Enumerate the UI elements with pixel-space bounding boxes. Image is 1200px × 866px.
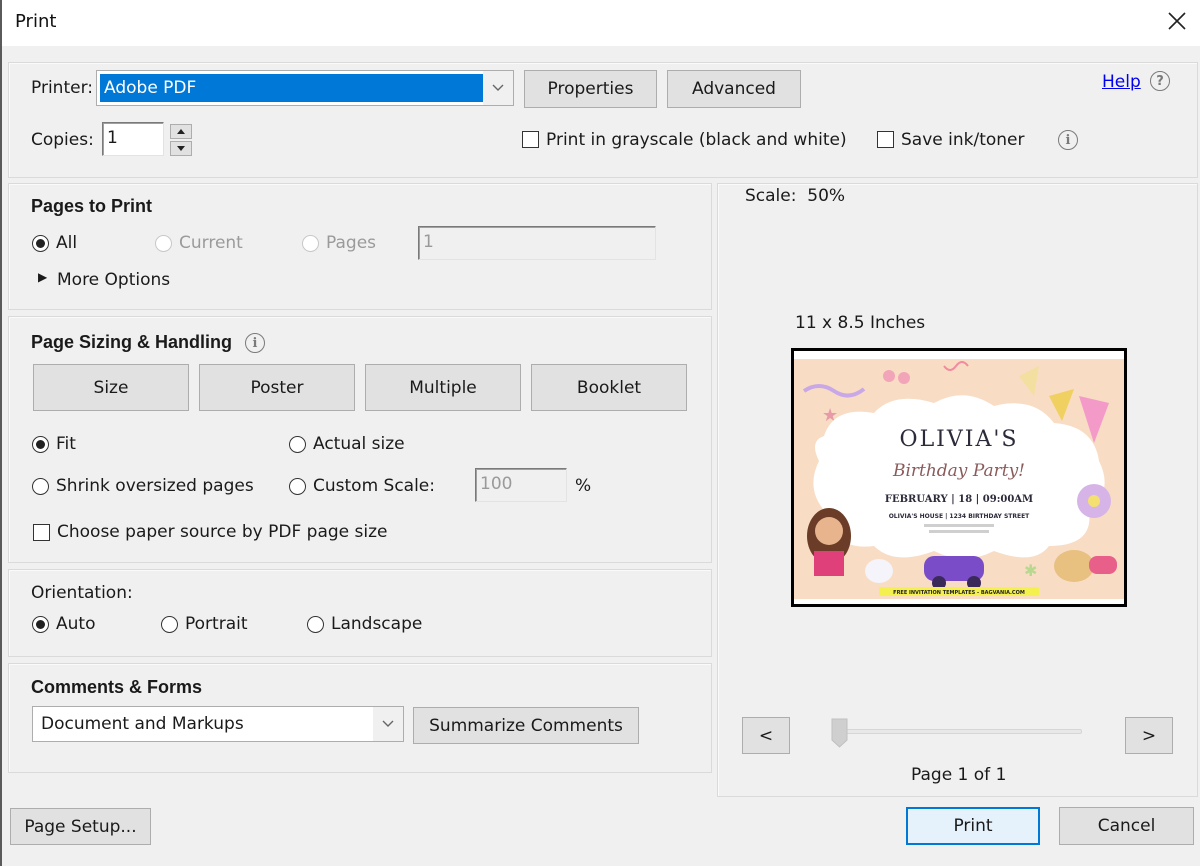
pages-range-input[interactable]: 1 <box>418 226 656 260</box>
cancel-button[interactable]: Cancel <box>1059 807 1194 845</box>
pages-to-print-heading: Pages to Print <box>31 196 153 216</box>
radio-auto[interactable] <box>32 616 49 633</box>
tab-poster[interactable]: Poster <box>199 364 355 411</box>
paper-source-label: Choose paper source by PDF page size <box>57 522 388 542</box>
scale-label: Scale: 50% <box>745 186 846 206</box>
radio-fit-label: Fit <box>56 434 76 454</box>
tab-booklet-label: Booklet <box>576 377 642 398</box>
tab-poster-label: Poster <box>250 377 304 398</box>
comments-forms-select[interactable]: Document and Markups <box>32 706 404 742</box>
expand-triangle-icon[interactable]: ▶ <box>38 270 47 284</box>
radio-portrait-label: Portrait <box>185 614 248 634</box>
copies-input[interactable]: 1 <box>102 122 164 156</box>
radio-current[interactable] <box>155 235 172 252</box>
advanced-button[interactable]: Advanced <box>667 70 801 108</box>
radio-auto-label: Auto <box>56 614 96 634</box>
comments-forms-heading: Comments & Forms <box>31 677 203 697</box>
preview-venue: OLIVIA'S HOUSE | 1234 BIRTHDAY STREET <box>889 513 1030 520</box>
preview-date: FEBRUARY | 18 | 09:00AM <box>885 494 1033 505</box>
help-link[interactable]: Help <box>1102 72 1141 92</box>
window-border <box>0 46 2 866</box>
orientation-heading: Orientation: <box>31 583 133 603</box>
radio-shrink-oversized[interactable] <box>32 478 49 495</box>
copies-label: Copies: <box>31 130 94 150</box>
printer-selected-value: Adobe PDF <box>100 74 483 102</box>
custom-scale-input[interactable]: 100 <box>475 468 567 502</box>
increment-button[interactable] <box>170 124 192 139</box>
page-indicator: Page 1 of 1 <box>911 765 1007 785</box>
preview-subtitle: Birthday Party! <box>892 461 1025 481</box>
window-title: Print <box>15 11 57 32</box>
save-ink-checkbox[interactable] <box>877 131 894 148</box>
percent-label: % <box>575 476 592 496</box>
comments-forms-selected-value: Document and Markups <box>41 714 244 734</box>
tab-booklet[interactable]: Booklet <box>531 364 687 411</box>
title-bar: Print <box>0 0 1200 46</box>
chevron-down-icon <box>483 71 513 105</box>
tab-size-label: Size <box>93 377 129 398</box>
radio-current-label: Current <box>179 233 243 253</box>
page-preview: ★ OLIVIA'S Birthday Party! FEBRUARY | 18… <box>791 348 1127 607</box>
radio-pages[interactable] <box>302 235 319 252</box>
paper-source-checkbox[interactable] <box>33 524 50 541</box>
radio-custom-scale[interactable] <box>289 478 306 495</box>
tab-size[interactable]: Size <box>33 364 189 411</box>
info-icon[interactable]: i <box>1058 130 1078 150</box>
grayscale-checkbox[interactable] <box>522 131 539 148</box>
radio-landscape[interactable] <box>307 616 324 633</box>
page-slider-track[interactable] <box>838 729 1082 734</box>
previous-page-button[interactable]: < <box>742 717 790 754</box>
chevron-down-icon <box>373 707 403 741</box>
preview-title: OLIVIA'S <box>900 427 1019 452</box>
close-icon[interactable] <box>1162 6 1192 36</box>
radio-actual-size-label: Actual size <box>313 434 405 454</box>
save-ink-label: Save ink/toner <box>901 130 1025 150</box>
preview-footer: FREE INVITATION TEMPLATES - BAGVANIA.COM <box>893 590 1025 596</box>
radio-actual-size[interactable] <box>289 436 306 453</box>
help-icon[interactable]: ? <box>1150 71 1170 91</box>
page-sizing-heading: Page Sizing & Handling <box>31 332 233 352</box>
next-page-button[interactable]: > <box>1125 717 1173 754</box>
tab-multiple[interactable]: Multiple <box>365 364 521 411</box>
tab-multiple-label: Multiple <box>409 377 477 398</box>
printer-label: Printer: <box>31 78 93 98</box>
printer-select[interactable]: Adobe PDF <box>96 70 514 106</box>
radio-shrink-label: Shrink oversized pages <box>56 476 254 496</box>
radio-all-label: All <box>56 233 78 253</box>
grayscale-label: Print in grayscale (black and white) <box>546 130 847 150</box>
svg-text:✱: ✱ <box>1024 561 1037 580</box>
summarize-comments-button[interactable]: Summarize Comments <box>413 707 639 744</box>
print-button[interactable]: Print <box>906 807 1040 845</box>
radio-portrait[interactable] <box>161 616 178 633</box>
page-setup-button[interactable]: Page Setup... <box>10 808 151 845</box>
more-options-toggle[interactable]: More Options <box>57 270 170 290</box>
radio-all[interactable] <box>32 235 49 252</box>
radio-fit[interactable] <box>32 436 49 453</box>
page-slider-thumb[interactable] <box>831 718 848 748</box>
invitation-preview-image: ★ OLIVIA'S Birthday Party! FEBRUARY | 18… <box>794 351 1124 604</box>
page-size-label: 11 x 8.5 Inches <box>795 313 926 333</box>
radio-pages-label: Pages <box>326 233 377 253</box>
properties-button[interactable]: Properties <box>524 70 657 108</box>
radio-landscape-label: Landscape <box>331 614 423 634</box>
decrement-button[interactable] <box>170 141 192 156</box>
copies-stepper[interactable] <box>170 124 192 156</box>
radio-custom-scale-label: Custom Scale: <box>313 476 435 496</box>
info-icon[interactable]: i <box>245 333 265 353</box>
